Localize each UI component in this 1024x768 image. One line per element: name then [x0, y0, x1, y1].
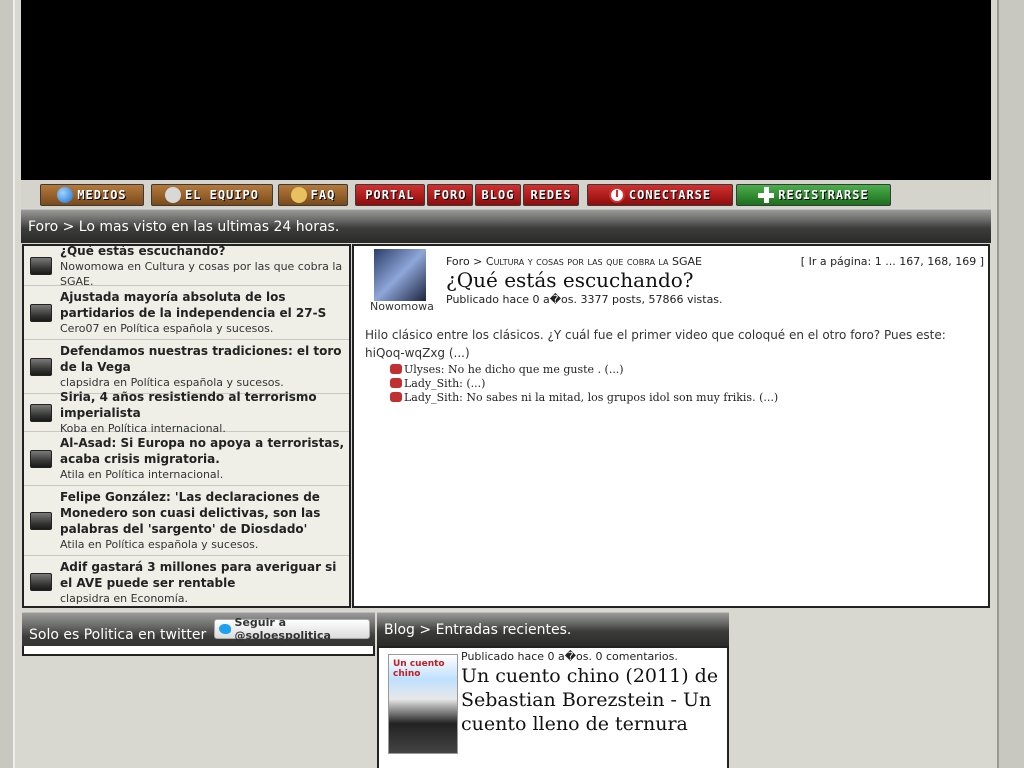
reply-text: Ulyses: No he dicho que me guste . (...): [404, 362, 624, 376]
breadcrumb: Foro > Cultura y cosas por las que cobra…: [446, 255, 702, 268]
list-item-meta: Nowomowa en Cultura y cosas por las que …: [60, 259, 343, 288]
globe-icon: [57, 187, 74, 203]
comment-bubble-icon: [390, 378, 402, 388]
list-item-meta: Atila en Política internacional.: [60, 468, 224, 481]
breadcrumb-category[interactable]: Cultura y cosas por las que cobra la SGA…: [486, 255, 702, 268]
nav-redes-button[interactable]: REDES: [523, 184, 579, 206]
list-item[interactable]: ¿Qué estás escuchando? Nowomowa en Cultu…: [24, 243, 349, 288]
twitter-bird-icon: [219, 624, 231, 634]
reply-item[interactable]: Lady_Sith: No sabes ni la mitad, los gru…: [390, 390, 778, 404]
nav-portal-button[interactable]: PORTAL: [355, 184, 425, 206]
section-title: Foro > Lo mas visto en las ultimas 24 ho…: [28, 218, 340, 235]
nav-label: PORTAL: [365, 188, 415, 202]
reply-list: Ulyses: No he dicho que me guste . (...)…: [390, 362, 778, 404]
thread-title[interactable]: ¿Qué estás escuchando?: [446, 268, 694, 292]
list-item-title[interactable]: Felipe González: 'Las declaraciones de M…: [60, 489, 347, 537]
thread-thumbnail: [30, 573, 52, 591]
blog-meta: Publicado hace 0 a�os. 0 comentarios.: [461, 650, 678, 663]
list-item[interactable]: Adif gastará 3 millones para averiguar s…: [24, 556, 349, 608]
breadcrumb-root[interactable]: Foro >: [446, 255, 482, 268]
twitter-follow-button[interactable]: Seguir a @soloespolitica: [214, 616, 370, 642]
follow-label: Seguir a @soloespolitica: [234, 616, 331, 642]
thread-thumbnail: [30, 256, 52, 275]
list-item-meta: Cero07 en Política española y sucesos.: [60, 322, 274, 335]
avatar-username[interactable]: Nowomowa: [370, 300, 434, 313]
tag-icon: [288, 185, 309, 205]
nav-label: REGISTRARSE: [778, 188, 869, 202]
list-item-meta: Atila en Política española y sucesos.: [60, 538, 259, 551]
nav-label: BLOG: [481, 188, 515, 202]
nav-registrarse-button[interactable]: REGISTRARSE: [736, 184, 891, 206]
list-item-title[interactable]: Defendamos nuestras tradiciones: el toro…: [60, 343, 347, 375]
thread-thumbnail: [30, 403, 52, 422]
team-icon: [164, 187, 181, 203]
list-item-title[interactable]: Al-Asad: Si Europa no apoya a terrorista…: [60, 435, 347, 467]
thread-thumbnail: [30, 449, 52, 468]
comment-bubble-icon: [390, 364, 402, 374]
blog-entry: Un cuento chino Publicado hace 0 a�os. 0…: [377, 646, 729, 768]
thread-meta: Publicado hace 0 a�os. 3377 posts, 57866…: [446, 293, 723, 306]
thread-thumbnail: [30, 303, 52, 322]
nav-label: FORO: [433, 188, 467, 202]
nav-label: MEDIOS: [77, 188, 127, 202]
list-item-title[interactable]: Adif gastará 3 millones para averiguar s…: [60, 559, 347, 591]
reply-text: Lady_Sith: No sabes ni la mitad, los gru…: [404, 390, 779, 404]
blog-section-header: Blog > Entradas recientes.: [377, 612, 729, 646]
list-item[interactable]: Defendamos nuestras tradiciones: el toro…: [24, 340, 349, 394]
list-item[interactable]: Al-Asad: Si Europa no apoya a terrorista…: [24, 432, 349, 486]
nav-medios-button[interactable]: MEDIOS: [40, 184, 144, 206]
featured-thread: Nowomowa Foro > Cultura y cosas por las …: [352, 244, 990, 608]
power-icon: [608, 187, 625, 203]
list-item-meta: clapsidra en Política española y sucesos…: [60, 376, 284, 389]
header-banner: [21, 0, 991, 180]
list-item[interactable]: Ajustada mayoría absoluta de los partida…: [24, 286, 349, 340]
reply-item[interactable]: Ulyses: No he dicho que me guste . (...): [390, 362, 778, 376]
avatar[interactable]: [374, 249, 426, 301]
nav-foro-button[interactable]: FORO: [427, 184, 473, 206]
section-title: Solo es Politica en twitter: [29, 626, 207, 643]
thumbnail-caption: Un cuento chino: [393, 659, 445, 679]
nav-label: FAQ: [310, 188, 336, 202]
nav-label: CONECTARSE: [628, 188, 712, 202]
reply-text: Lady_Sith: (...): [404, 376, 486, 390]
twitter-feed: [22, 646, 375, 656]
list-item-title[interactable]: ¿Qué estás escuchando?: [60, 243, 347, 259]
nav-equipo-button[interactable]: EL EQUIPO: [151, 184, 273, 206]
reply-item[interactable]: Lady_Sith: (...): [390, 376, 778, 390]
pagination[interactable]: [ Ir a página: 1 ... 167, 168, 169 ]: [801, 255, 984, 268]
blog-thumbnail[interactable]: Un cuento chino: [388, 654, 458, 754]
foro-section-header: Foro > Lo mas visto en las ultimas 24 ho…: [21, 209, 991, 243]
nav-label: EL EQUIPO: [184, 188, 260, 202]
list-item[interactable]: Siria, 4 años resistiendo al terrorismo …: [24, 390, 349, 435]
foro-top-list: ¿Qué estás escuchando? Nowomowa en Cultu…: [22, 244, 351, 608]
nav-blog-button[interactable]: BLOG: [475, 184, 521, 206]
blog-title[interactable]: Un cuento chino (2011) de Sebastian Bore…: [461, 664, 726, 736]
thread-thumbnail: [30, 511, 52, 530]
nav-faq-button[interactable]: FAQ: [278, 184, 348, 206]
thread-body: Hilo clásico entre los clásicos. ¿Y cuál…: [365, 328, 946, 360]
comment-bubble-icon: [390, 392, 402, 402]
main-nav: MEDIOS EL EQUIPO FAQ PORTAL FORO BLOG RE…: [21, 180, 991, 208]
nav-label: REDES: [530, 188, 572, 202]
nav-conectarse-button[interactable]: CONECTARSE: [587, 184, 733, 206]
list-item-meta: clapsidra en Economía.: [60, 591, 189, 605]
plus-icon: [758, 187, 775, 203]
list-item-title[interactable]: Siria, 4 años resistiendo al terrorismo …: [60, 389, 347, 421]
thread-thumbnail: [30, 357, 52, 376]
list-item[interactable]: Felipe González: 'Las declaraciones de M…: [24, 486, 349, 556]
section-title: Blog > Entradas recientes.: [384, 621, 572, 638]
list-item-title[interactable]: Ajustada mayoría absoluta de los partida…: [60, 289, 347, 321]
